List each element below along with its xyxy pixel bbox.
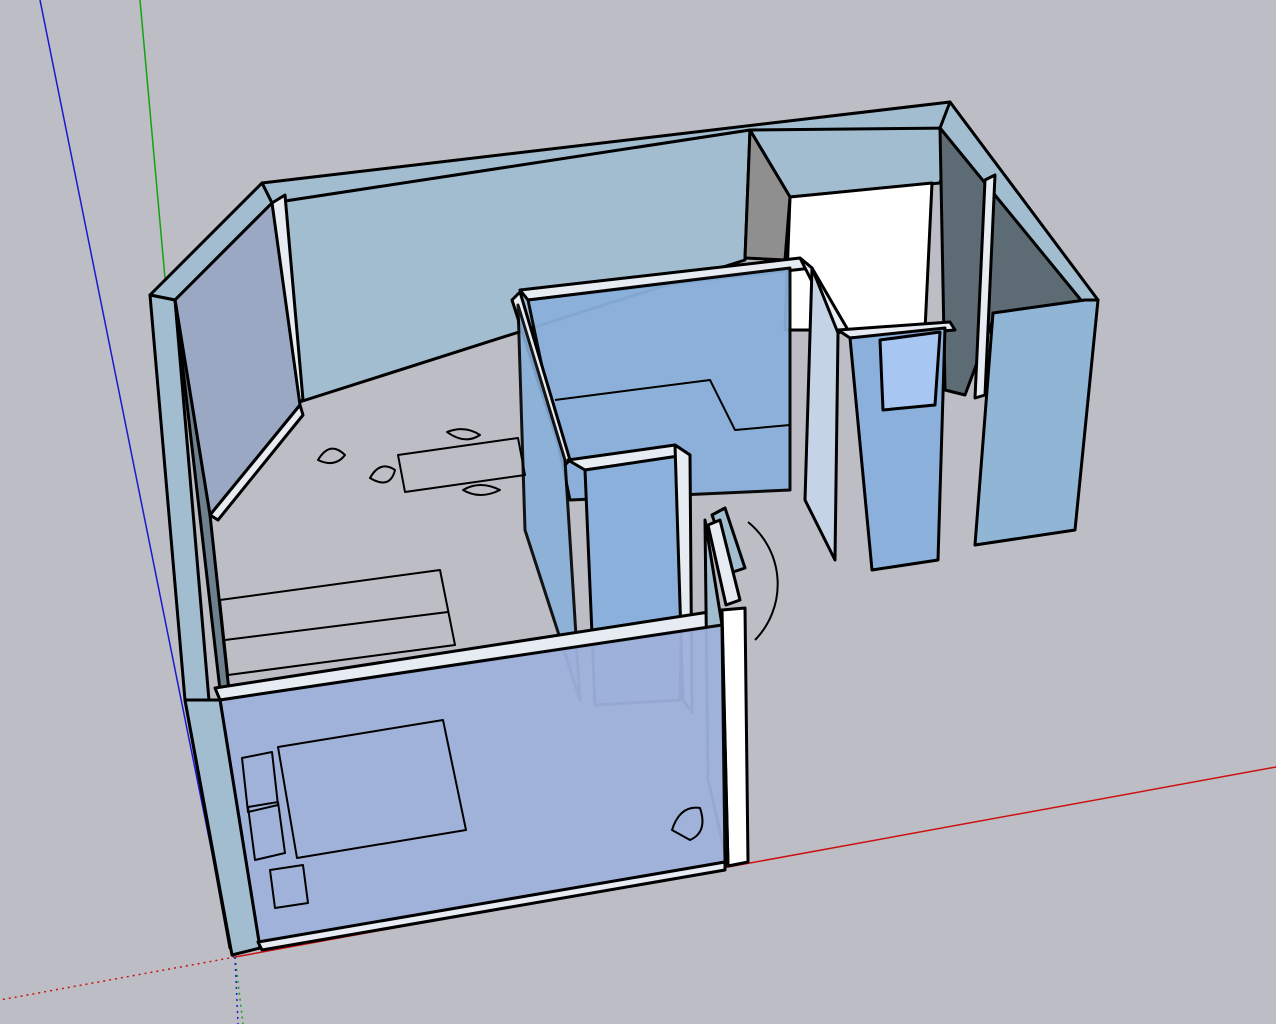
bedroom-glass-panel [218,623,727,950]
red-axis-negative [0,956,236,1001]
model-canvas[interactable] [0,0,1276,1024]
chair-2[interactable] [369,465,396,484]
chair-4[interactable] [462,484,501,496]
sketchup-3d-viewport[interactable] [0,0,1276,1024]
chair-1[interactable] [317,447,346,465]
dining-table[interactable] [397,437,526,493]
chair-3[interactable] [446,428,481,441]
door-swing-arc [747,521,779,641]
green-axis [139,0,166,279]
right-wall[interactable] [938,100,1100,547]
green-axis-negative [234,956,244,1024]
doorway-opening [783,181,934,332]
blue-axis-negative [234,956,239,1024]
